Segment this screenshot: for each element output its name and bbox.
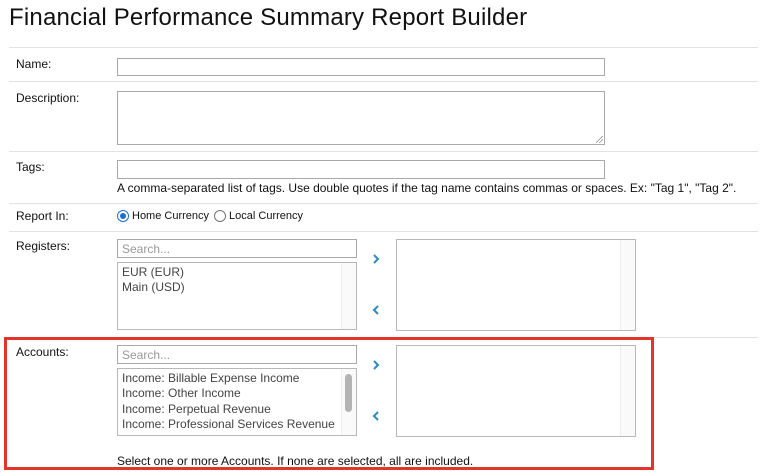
description-label: Description:: [16, 91, 80, 105]
registers-label: Registers:: [16, 239, 71, 253]
report-in-label: Report In:: [16, 209, 69, 223]
chevron-left-icon: [372, 411, 379, 421]
registers-available-list[interactable]: EUR (EUR) Main (USD): [117, 262, 357, 330]
accounts-available-scrollbar[interactable]: [341, 369, 356, 435]
list-item[interactable]: Income: Other Income: [118, 386, 356, 401]
list-item[interactable]: EUR (EUR): [118, 265, 356, 280]
description-textarea[interactable]: [117, 91, 605, 145]
page-title: Financial Performance Summary Report Bui…: [9, 4, 528, 31]
tags-input[interactable]: [117, 160, 605, 179]
list-item[interactable]: Main (USD): [118, 280, 356, 295]
home-currency-radio[interactable]: [117, 210, 129, 222]
local-currency-label[interactable]: Local Currency: [229, 210, 303, 222]
registers-selected-list[interactable]: [396, 239, 636, 331]
chevron-right-icon: [373, 360, 380, 370]
registers-add-button[interactable]: [369, 252, 383, 266]
name-input[interactable]: [117, 58, 605, 76]
accounts-hint: Select one or more Accounts. If none are…: [117, 454, 474, 468]
list-item[interactable]: Income: Professional Services Revenue: [118, 417, 356, 432]
accounts-remove-button[interactable]: [369, 409, 383, 423]
tags-hint: A comma-separated list of tags. Use doub…: [117, 181, 737, 195]
accounts-label: Accounts:: [16, 345, 69, 359]
accounts-search-input[interactable]: [117, 345, 357, 364]
chevron-right-icon: [373, 254, 380, 264]
list-item[interactable]: Income: Perpetual Revenue: [118, 402, 356, 417]
accounts-scroll-thumb[interactable]: [345, 374, 352, 412]
registers-selected-scrollbar[interactable]: [620, 240, 635, 330]
registers-remove-button[interactable]: [369, 303, 383, 317]
accounts-available-list[interactable]: Income: Billable Expense Income Income: …: [117, 368, 357, 436]
local-currency-radio[interactable]: [214, 210, 227, 222]
list-item[interactable]: Income: Billable Expense Income: [118, 371, 356, 386]
currency-radio-group: Home Currency Local Currency: [117, 210, 308, 222]
accounts-selected-list[interactable]: [396, 345, 636, 437]
tags-label: Tags:: [16, 160, 45, 174]
accounts-add-button[interactable]: [369, 358, 383, 372]
resize-grip-icon[interactable]: [596, 136, 603, 143]
home-currency-label[interactable]: Home Currency: [132, 210, 209, 222]
name-label: Name:: [16, 57, 52, 71]
registers-search-input[interactable]: [117, 239, 357, 258]
chevron-left-icon: [372, 305, 379, 315]
registers-available-scrollbar[interactable]: [341, 263, 356, 329]
accounts-selected-scrollbar[interactable]: [620, 346, 635, 436]
